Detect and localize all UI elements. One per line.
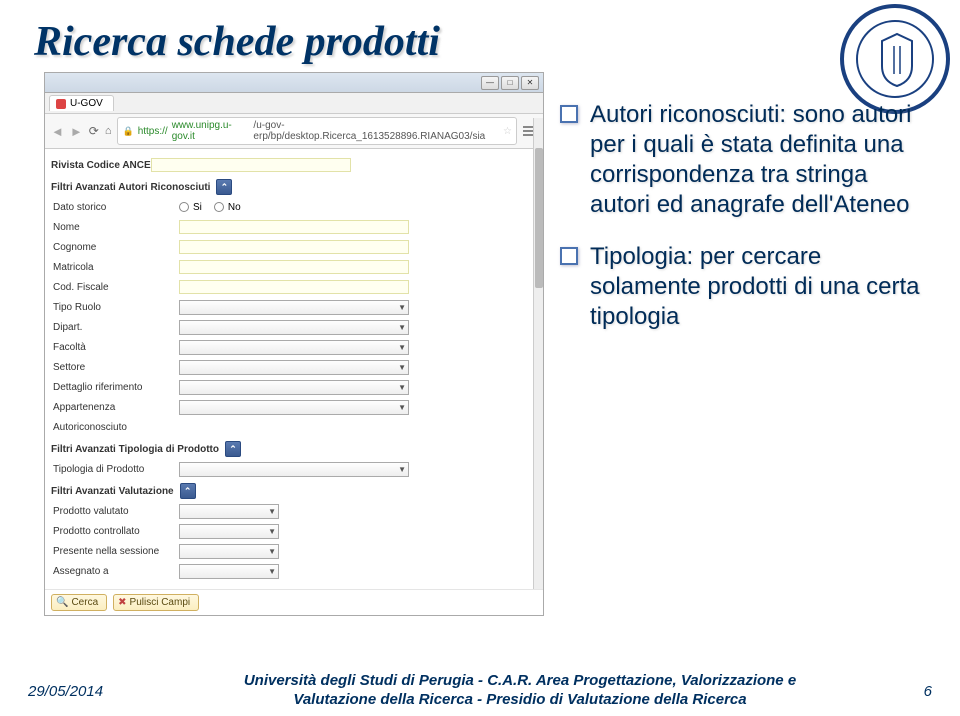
scroll-thumb[interactable] [535,148,543,288]
search-icon: 🔍 [56,597,68,608]
bullet-text: Tipologia: per cercare solamente prodott… [590,242,930,332]
minimize-button[interactable]: — [481,76,499,90]
label-cognome: Cognome [51,242,179,253]
pulisci-label: Pulisci Campi [130,597,191,608]
cerca-button[interactable]: 🔍Cerca [51,594,107,611]
footer-date: 29/05/2014 [28,683,148,700]
input-codice-ance[interactable] [151,158,351,172]
bullet-item: Autori riconosciuti: sono autori per i q… [560,100,930,220]
label-tiporuolo: Tipo Ruolo [51,302,179,313]
pulisci-button[interactable]: ✖ Pulisci Campi [113,594,199,611]
back-icon[interactable]: ◄ [51,124,64,139]
label-matricola: Matricola [51,262,179,273]
label-autoriconosciuto: Autoriconosciuto [51,422,179,433]
select-tipologia[interactable]: ▼ [179,462,409,477]
university-seal [840,4,950,114]
bullet-item: Tipologia: per cercare solamente prodott… [560,242,930,332]
select-presente[interactable]: ▼ [179,544,279,559]
bullet-square-icon [560,247,578,265]
section-tipologia: Filtri Avanzati Tipologia di Prodotto [51,444,219,455]
bookmark-star-icon[interactable]: ☆ [503,126,512,137]
slide-title: Ricerca schede prodotti [0,0,960,66]
address-bar[interactable]: 🔒 https:// www.unipg.u-gov.it/u-gov-erp/b… [117,117,517,145]
input-nome[interactable] [179,220,409,234]
tab-label: U-GOV [70,98,103,109]
label-dato-storico: Dato storico [51,202,179,213]
label-tipologia: Tipologia di Prodotto [51,464,179,475]
section-autori: Filtri Avanzati Autori Riconosciuti [51,182,210,193]
address-bar-row: ◄ ► ⟳ ⌂ 🔒 https:// www.unipg.u-gov.it/u-g… [45,114,543,149]
label-settore: Settore [51,362,179,373]
maximize-button[interactable]: □ [501,76,519,90]
footer-line2: Valutazione della Ricerca - Presidio di … [148,691,892,710]
label-presente: Presente nella sessione [51,546,179,557]
label-controllato: Prodotto controllato [51,526,179,537]
select-controllato[interactable]: ▼ [179,524,279,539]
label-dipart: Dipart. [51,322,179,333]
select-assegnato[interactable]: ▼ [179,564,279,579]
bullet-square-icon [560,105,578,123]
label-codfiscale: Cod. Fiscale [51,282,179,293]
label-dettaglio: Dettaglio riferimento [51,382,179,393]
input-codfiscale[interactable] [179,280,409,294]
label-nome: Nome [51,222,179,233]
cerca-label: Cerca [71,597,98,608]
select-tiporuolo[interactable]: ▼ [179,300,409,315]
bullet-text: Autori riconosciuti: sono autori per i q… [590,100,930,220]
footer-page: 6 [892,683,932,700]
search-form: Rivista Codice ANCE Filtri Avanzati Auto… [45,149,543,585]
browser-window: — □ ✕ U-GOV ◄ ► ⟳ ⌂ 🔒 https:// www.unipg.… [44,72,544,616]
select-appartenenza[interactable]: ▼ [179,400,409,415]
home-icon[interactable]: ⌂ [105,125,112,137]
footer-line1: Università degli Studi di Perugia - C.A.… [148,672,892,691]
favicon-icon [56,99,66,109]
scrollbar[interactable] [533,118,543,589]
input-matricola[interactable] [179,260,409,274]
label-valutato: Prodotto valutato [51,506,179,517]
radio-no[interactable] [214,202,224,212]
label-si: Si [193,202,202,213]
close-button[interactable]: ✕ [521,76,539,90]
footer: 29/05/2014 Università degli Studi di Per… [0,666,960,716]
label-no: No [228,202,241,213]
url-path: /u-gov-erp/bp/desktop.Ricerca_1613528896… [253,120,499,142]
url-scheme: https:// [138,126,168,137]
select-facolta[interactable]: ▼ [179,340,409,355]
bullet-list: Autori riconosciuti: sono autori per i q… [560,100,930,354]
radio-si[interactable] [179,202,189,212]
collapse-button-2[interactable]: ⌃ [225,441,241,457]
collapse-button-3[interactable]: ⌃ [180,483,196,499]
label-assegnato: Assegnato a [51,566,179,577]
select-dettaglio[interactable]: ▼ [179,380,409,395]
footer-center: Università degli Studi di Perugia - C.A.… [148,672,892,710]
select-dipart[interactable]: ▼ [179,320,409,335]
forward-icon[interactable]: ► [70,124,83,139]
clear-icon: ✖ [118,597,126,608]
label-facolta: Facoltà [51,342,179,353]
lock-icon: 🔒 [122,126,133,137]
section-valutazione: Filtri Avanzati Valutazione [51,486,174,497]
reload-icon[interactable]: ⟳ [89,124,99,138]
input-cognome[interactable] [179,240,409,254]
seal-crest-icon [862,26,932,96]
url-host: www.unipg.u-gov.it [172,120,250,142]
select-valutato[interactable]: ▼ [179,504,279,519]
window-titlebar: — □ ✕ [45,73,543,93]
label-appartenenza: Appartenenza [51,402,179,413]
browser-tab[interactable]: U-GOV [49,95,114,111]
browser-tabs: U-GOV [45,93,543,114]
section-rivista: Rivista Codice ANCE [51,160,151,171]
collapse-button[interactable]: ⌃ [216,179,232,195]
select-settore[interactable]: ▼ [179,360,409,375]
button-row: 🔍Cerca ✖ Pulisci Campi [45,589,543,615]
